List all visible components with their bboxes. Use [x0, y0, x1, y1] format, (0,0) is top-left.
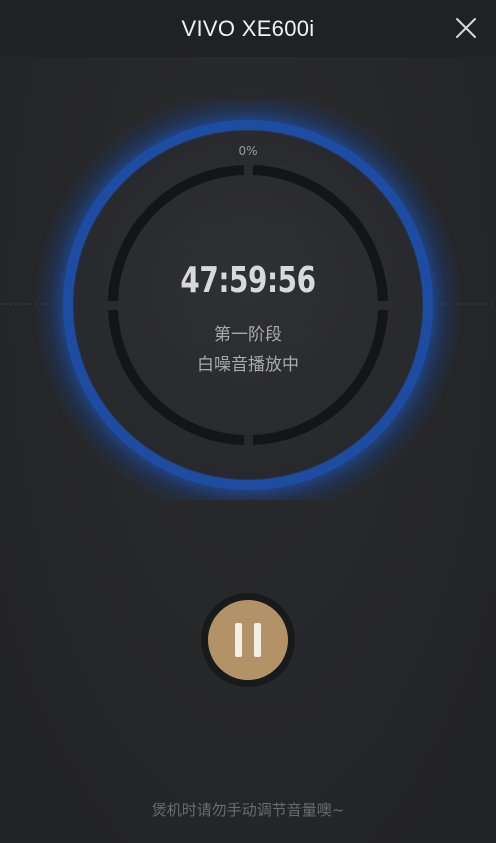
pause-bar-right [254, 623, 261, 657]
volume-hint: 煲机时请勿手动调节音量噢~ [151, 801, 345, 819]
status-label: 白噪音播放中 [197, 355, 299, 375]
page-title: VIVO XE600i [181, 16, 315, 41]
close-icon [456, 18, 476, 38]
close-button[interactable] [454, 16, 478, 40]
stage-label: 第一阶段 [214, 325, 282, 345]
pause-button[interactable] [208, 600, 288, 680]
progress-percent: 0% [238, 144, 258, 158]
pause-button-frame [201, 593, 295, 687]
pause-bar-left [235, 623, 242, 657]
countdown-timer: 47:59:56 [180, 260, 316, 301]
dial-disc [74, 131, 422, 479]
burn-in-screen: VIVO XE600i 0% 47:59:56 第一阶段 白噪音播放中 煲机时请… [0, 0, 496, 843]
